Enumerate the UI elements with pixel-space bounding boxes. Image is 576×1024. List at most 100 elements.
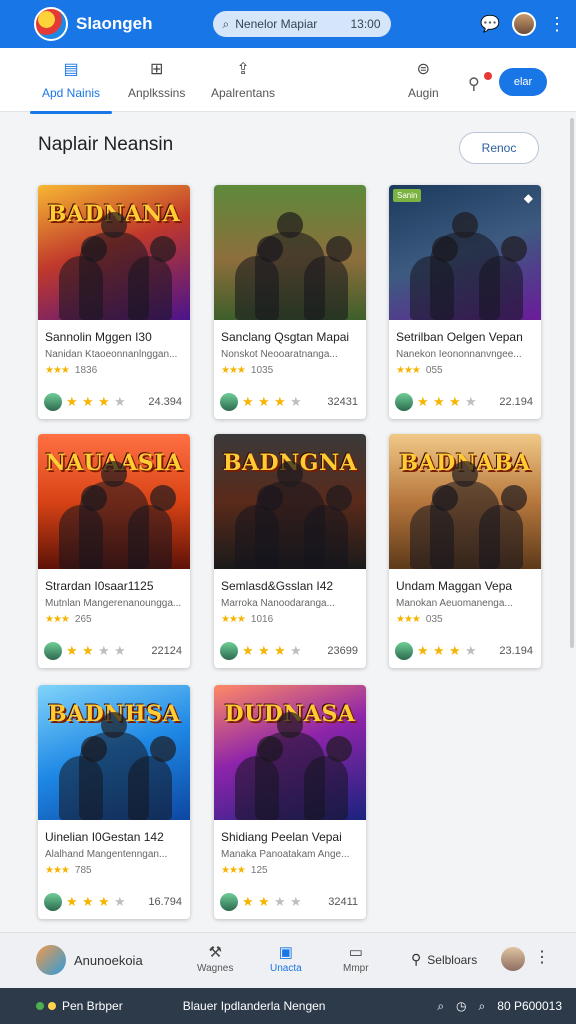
star-icon[interactable]: ★ [449,394,465,410]
pin-icon[interactable]: ◆ [524,191,533,205]
card-meta: ★★★ 785 [45,865,190,876]
star-icon[interactable]: ★ [242,394,258,410]
star-icon[interactable]: ★ [82,394,98,410]
card-image: BADNANA [38,185,190,320]
card-title: Setrilban Oelgen Vepan [396,330,523,344]
avatar [220,642,238,660]
star-icon[interactable]: ★ [98,394,114,410]
settings-button[interactable]: ⚲ Selbloars [411,951,477,968]
pin-icon: ⚲ [468,76,480,93]
search-input[interactable]: ⌕ Nenelor Mapiar 13:00 [212,11,391,37]
star-icon[interactable]: ★ [114,894,130,910]
app-logo[interactable] [34,7,68,41]
star-icon[interactable]: ★ [242,894,258,910]
character-figure [479,485,528,569]
card-meta-value: 785 [74,865,92,876]
star-icon[interactable]: ★ [66,394,82,410]
star-icon[interactable]: ★ [290,394,306,410]
search-icon[interactable]: ⌕ [479,999,486,1014]
card-count: 16.794 [148,896,182,908]
notification-dot [484,72,492,80]
avatar[interactable] [512,12,536,36]
card-image: Sanin ◆ [389,185,541,320]
tab-1[interactable]: ⊞ Anplkssins [128,58,185,100]
star-icon[interactable]: ★ [274,894,290,910]
star-icon[interactable]: ★ [98,894,114,910]
tab-3[interactable]: ⊜ Augin [408,58,439,100]
star-icon[interactable]: ★ [82,643,98,659]
bottom-nav-item-0[interactable]: ⚒ Wagnes [197,943,233,974]
star-icon: ★★★ [396,365,421,376]
star-icon[interactable]: ★ [258,894,274,910]
puzzle-icon: ⚒ [208,944,222,961]
card-title: Sanclang Qsgtan Mapai [221,330,350,344]
bottom-nav-item-2[interactable]: ▭ Mmpr [343,943,369,974]
game-card[interactable]: NAUAASIA Strardan I0saar1125 Mutnlan Mange… [38,434,190,668]
card-title: Semlasd&Gsslan I42 [221,579,334,593]
card-count: 32431 [327,396,358,408]
card-footer: ★ ★ ★ ★ 16.794 [44,893,182,911]
game-card[interactable]: Sanclang Qsgtan Mapai Nonskot Neooaratnan… [214,185,366,419]
star-icon[interactable]: ★ [465,394,481,410]
system-status-bar: Pen Brbper Blauer Ipdlanderla Nengen ⌕ ◷… [0,988,576,1024]
star-icon[interactable]: ★ [274,394,290,410]
card-subtitle: Alalhand Mangentenngan... [45,849,168,860]
star-icon[interactable]: ★ [433,643,449,659]
star-icon[interactable]: ★ [417,394,433,410]
star-icon[interactable]: ★ [290,643,306,659]
card-title: Uinelian I0Gestan 142 [45,830,164,844]
tab-0[interactable]: ▤ Apd Nainis [29,58,113,114]
star-icon[interactable]: ★ [114,643,130,659]
avatar[interactable] [501,947,525,971]
game-card[interactable]: BADNABA Undam Maggan Vepa Manokan Aeuomane… [389,434,541,668]
action-button[interactable]: elar [499,68,547,96]
tab-2[interactable]: ⇪ Apalrentans [211,58,275,100]
game-card[interactable]: Sanin ◆ Setrilban Oelgen Vepan Nanekon Ieon… [389,185,541,419]
pin-button[interactable]: ⚲ [468,72,492,96]
bottom-nav-label: Wagnes [197,963,234,974]
star-icon[interactable]: ★ [258,643,274,659]
apps-icon: ⊞ [149,61,164,78]
clock-icon[interactable]: ◷ [456,999,466,1013]
star-icon[interactable]: ★ [66,643,82,659]
star-icon[interactable]: ★ [465,643,481,659]
more-icon[interactable]: ⋮ [548,15,566,33]
card-title: Sannolin Mggen I30 [45,330,152,344]
star-icon: ★★★ [221,365,246,376]
star-icon[interactable]: ★ [449,643,465,659]
card-footer: ★ ★ ★ ★ 24.394 [44,393,182,411]
avatar [395,642,413,660]
more-icon[interactable]: ⋮ [534,947,550,967]
bottom-user[interactable]: Anunoekoia [36,945,143,975]
game-card[interactable]: DUDNASA Shidiang Peelan Vepai Manaka Panoa… [214,685,366,919]
star-icon[interactable]: ★ [114,394,130,410]
star-icon[interactable]: ★ [433,394,449,410]
star-icon[interactable]: ★ [66,894,82,910]
card-subtitle: Nonskot Neooaratnanga... [221,349,338,360]
game-card[interactable]: BADNHSA Uinelian I0Gestan 142 Alalhand Man… [38,685,190,919]
reset-button[interactable]: Renoc [459,132,539,164]
game-card[interactable]: BADNANA Sannolin Mggen I30 Nanidan Ktaoeon… [38,185,190,419]
tab-label: Anplkssins [128,86,186,100]
chat-icon[interactable]: 💬 [480,14,500,34]
card-meta: ★★★ 265 [45,614,190,625]
star-icon[interactable]: ★ [82,894,98,910]
search-icon[interactable]: ⌕ [437,999,444,1014]
bottom-nav-item-1[interactable]: ▣ Unacta [270,943,302,974]
card-image: BADNHSA [38,685,190,820]
star-icon[interactable]: ★ [274,643,290,659]
scrollbar[interactable] [570,118,574,648]
star-icon[interactable]: ★ [290,894,306,910]
avatar [44,393,62,411]
card-subtitle: Manokan Aeuomanenga... [396,598,513,609]
card-title: Shidiang Peelan Vepai [221,830,342,844]
star-icon[interactable]: ★ [242,643,258,659]
star-icon: ★★★ [221,865,246,876]
game-card[interactable]: BADNGNA Semlasd&Gsslan I42 Marroka Nanooda… [214,434,366,668]
character-figure [304,736,353,820]
star-icon[interactable]: ★ [98,643,114,659]
card-title: Undam Maggan Vepa [396,579,513,593]
star-icon[interactable]: ★ [258,394,274,410]
search-icon: ⌕ [222,16,230,31]
star-icon[interactable]: ★ [417,643,433,659]
